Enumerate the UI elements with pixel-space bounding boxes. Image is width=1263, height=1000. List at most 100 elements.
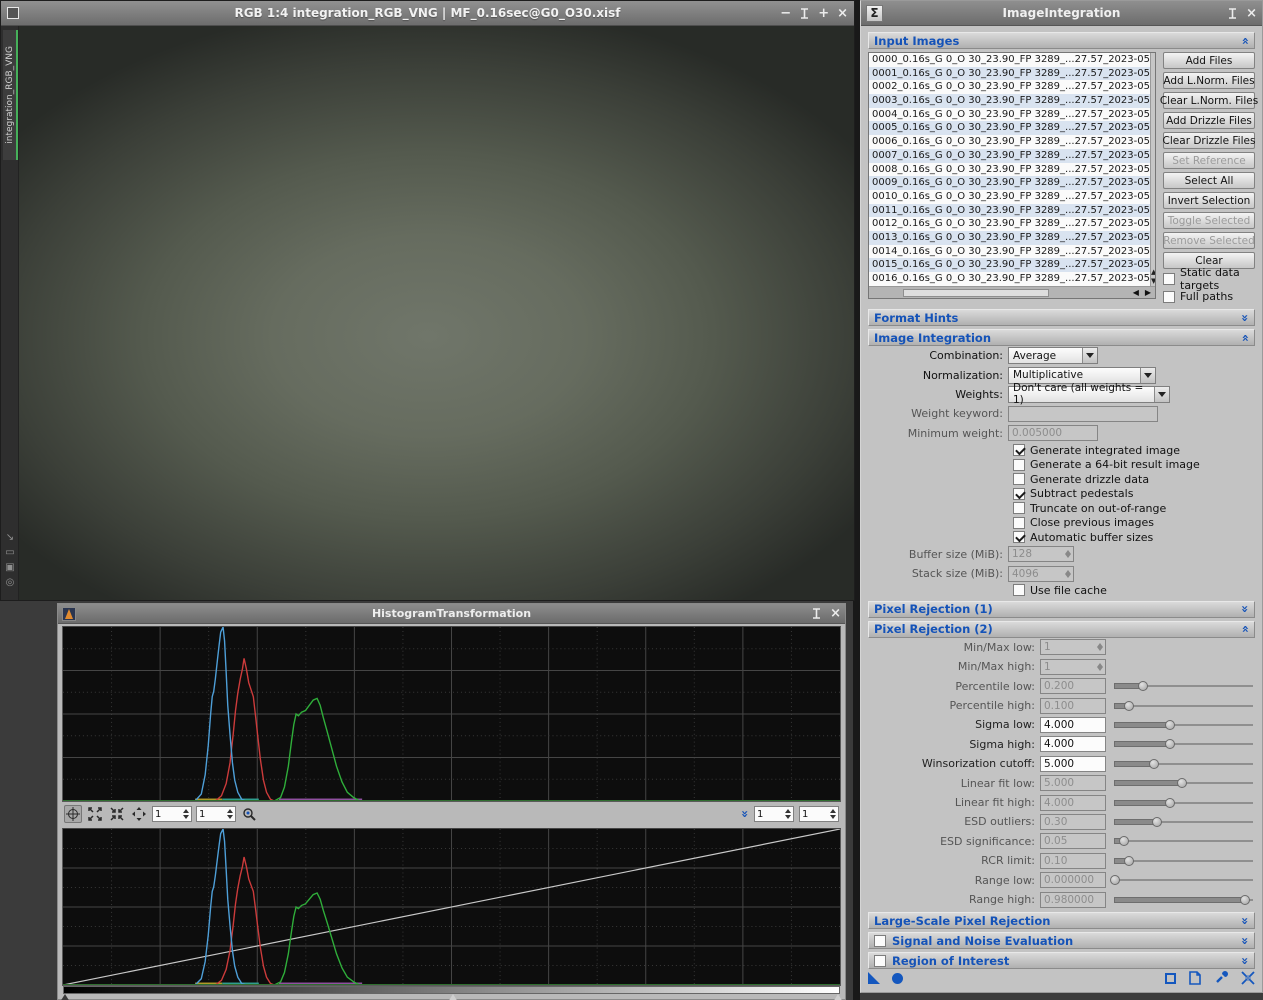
new-instance-icon[interactable]: [868, 972, 880, 984]
input-image-row[interactable]: 0003_0.16s_G 0_O 30_23.90_FP 3289_...27.…: [869, 94, 1150, 108]
linear-fit-high-slider[interactable]: [1114, 797, 1253, 809]
remove-selected-button[interactable]: Remove Selected: [1163, 232, 1255, 249]
graph-zoom-v-spinbox[interactable]: 1: [799, 806, 839, 822]
invert-selection-button[interactable]: Invert Selection: [1163, 192, 1255, 209]
input-image-row[interactable]: 0011_0.16s_G 0_O 30_23.90_FP 3289_...27.…: [869, 204, 1150, 218]
input-image-row[interactable]: 0013_0.16s_G 0_O 30_23.90_FP 3289_...27.…: [869, 231, 1150, 245]
input-image-row[interactable]: 0015_0.16s_G 0_O 30_23.90_FP 3289_...27.…: [869, 258, 1150, 272]
add-l-norm-files-button[interactable]: Add L.Norm. Files: [1163, 72, 1255, 89]
horizontal-scrollbar[interactable]: ◀ ▶: [869, 286, 1155, 298]
midtones-handle[interactable]: [448, 994, 458, 1000]
sigma-high-field[interactable]: 4.000: [1040, 736, 1106, 752]
slider-thumb[interactable]: [1110, 875, 1120, 885]
edit-instance-source-icon[interactable]: [1165, 973, 1176, 984]
maximize-icon[interactable]: +: [818, 7, 829, 20]
reset-icon[interactable]: [1241, 971, 1255, 985]
automatic-buffer-sizes-checkbox[interactable]: Automatic buffer sizes: [1013, 530, 1255, 545]
linear-fit-low-field[interactable]: 5.000: [1040, 775, 1106, 791]
pointer-icon[interactable]: ↘: [6, 532, 14, 543]
truncate-on-out-of-range-checkbox[interactable]: Truncate on out-of-range: [1013, 501, 1255, 516]
shrink-icon[interactable]: [108, 805, 126, 823]
image-window[interactable]: RGB 1:4 integration_RGB_VNG | MF_0.16sec…: [0, 0, 855, 601]
input-images-listbox[interactable]: 0000_0.16s_G 0_O 30_23.90_FP 3289_...27.…: [868, 52, 1156, 299]
collapse-icon[interactable]: »: [1240, 37, 1250, 45]
input-image-row[interactable]: 0009_0.16s_G 0_O 30_23.90_FP 3289_...27.…: [869, 176, 1150, 190]
checkbox-icon[interactable]: [1013, 502, 1025, 514]
combination-combobox[interactable]: Average: [1008, 347, 1098, 364]
histogram-plot-bottom[interactable]: [62, 828, 841, 986]
min-max-low-spinbox[interactable]: 1: [1040, 639, 1106, 655]
scroll-down-icon[interactable]: ▼: [1151, 277, 1155, 285]
rcr-limit-slider[interactable]: [1114, 855, 1253, 867]
slider-thumb[interactable]: [1152, 817, 1162, 827]
section-format-hints[interactable]: Format Hints »: [868, 309, 1255, 326]
slider-thumb[interactable]: [1165, 720, 1175, 730]
section-pixel-rejection-1[interactable]: Pixel Rejection (1) »: [868, 601, 1255, 618]
full-paths-checkbox[interactable]: Full paths: [1163, 290, 1255, 305]
checkbox-icon[interactable]: [1013, 531, 1025, 543]
histogram-plot-top[interactable]: [62, 626, 841, 802]
normalization-combobox[interactable]: Multiplicative: [1008, 367, 1156, 384]
close-previous-images-checkbox[interactable]: Close previous images: [1013, 515, 1255, 530]
use-file-cache-checkbox[interactable]: Use file cache: [1013, 583, 1255, 598]
zoom-11-icon[interactable]: [240, 805, 258, 823]
linear-fit-high-field[interactable]: 4.000: [1040, 795, 1106, 811]
slider-thumb[interactable]: [1240, 895, 1250, 905]
input-image-row[interactable]: 0001_0.16s_G 0_O 30_23.90_FP 3289_...27.…: [869, 67, 1150, 81]
input-image-row[interactable]: 0016_0.16s_G 0_O 30_23.90_FP 3289_...27.…: [869, 272, 1150, 286]
percentile-high-field[interactable]: 0.100: [1040, 698, 1106, 714]
graph-zoom-h-spinbox[interactable]: 1: [754, 806, 794, 822]
input-image-row[interactable]: 0014_0.16s_G 0_O 30_23.90_FP 3289_...27.…: [869, 245, 1150, 259]
target-icon[interactable]: ◎: [6, 577, 15, 588]
expand-icon[interactable]: »: [1240, 605, 1250, 613]
horizontal-zoom-spinbox[interactable]: 1: [152, 806, 192, 822]
track-cursor-icon[interactable]: [64, 805, 82, 823]
browse-documentation-icon[interactable]: [1189, 971, 1201, 985]
range-high-field[interactable]: 0.980000: [1040, 892, 1106, 908]
esd-significance-field[interactable]: 0.05: [1040, 833, 1106, 849]
input-image-row[interactable]: 0000_0.16s_G 0_O 30_23.90_FP 3289_...27.…: [869, 53, 1150, 67]
close-icon[interactable]: ×: [837, 7, 848, 20]
input-image-row[interactable]: 0004_0.16s_G 0_O 30_23.90_FP 3289_...27.…: [869, 108, 1150, 122]
linear-fit-low-slider[interactable]: [1114, 777, 1253, 789]
clear-drizzle-files-button[interactable]: Clear Drizzle Files: [1163, 132, 1255, 149]
checkbox-icon[interactable]: [1163, 291, 1175, 303]
minimum-weight-field[interactable]: 0.005000: [1008, 425, 1098, 441]
slider-thumb[interactable]: [1165, 798, 1175, 808]
esd-outliers-slider[interactable]: [1114, 816, 1253, 828]
section-signal-noise-evaluation[interactable]: Signal and Noise Evaluation »: [868, 932, 1255, 949]
toggle-selected-button[interactable]: Toggle Selected: [1163, 212, 1255, 229]
scroll-right-icon[interactable]: ▶: [1145, 288, 1151, 297]
signal-noise-checkbox[interactable]: [874, 935, 886, 947]
checkbox-icon[interactable]: [1163, 273, 1175, 285]
sigma-low-field[interactable]: 4.000: [1040, 717, 1106, 733]
slider-thumb[interactable]: [1124, 856, 1134, 866]
expand-icon[interactable]: »: [1240, 917, 1250, 925]
close-icon[interactable]: ×: [830, 607, 841, 620]
apply-global-icon[interactable]: [892, 973, 903, 984]
section-pixel-rejection-2[interactable]: Pixel Rejection (2) »: [868, 621, 1255, 638]
vertical-zoom-spinbox[interactable]: 1: [196, 806, 236, 822]
slider-thumb[interactable]: [1119, 836, 1129, 846]
expand-icon[interactable]: »: [1240, 957, 1250, 965]
collapse-icon[interactable]: »: [1240, 625, 1250, 633]
chevron-down-icon[interactable]: [1082, 348, 1097, 363]
layers-icon[interactable]: ▣: [5, 562, 14, 573]
set-reference-button[interactable]: Set Reference: [1163, 152, 1255, 169]
input-image-row[interactable]: 0005_0.16s_G 0_O 30_23.90_FP 3289_...27.…: [869, 121, 1150, 135]
checkbox-icon[interactable]: [1013, 473, 1025, 485]
min-max-high-spinbox[interactable]: 1: [1040, 659, 1106, 675]
range-low-field[interactable]: 0.000000: [1040, 872, 1106, 888]
vertical-scrollbar[interactable]: ▲ ▼: [1150, 53, 1155, 286]
range-low-slider[interactable]: [1114, 874, 1253, 886]
input-image-row[interactable]: 0006_0.16s_G 0_O 30_23.90_FP 3289_...27.…: [869, 135, 1150, 149]
add-files-button[interactable]: Add Files: [1163, 52, 1255, 69]
weight-keyword-field[interactable]: [1008, 406, 1158, 422]
input-image-row[interactable]: 0007_0.16s_G 0_O 30_23.90_FP 3289_...27.…: [869, 149, 1150, 163]
percentile-low-slider[interactable]: [1114, 680, 1253, 692]
image-window-titlebar[interactable]: RGB 1:4 integration_RGB_VNG | MF_0.16sec…: [1, 1, 854, 26]
slider-thumb[interactable]: [1124, 701, 1134, 711]
input-image-row[interactable]: 0012_0.16s_G 0_O 30_23.90_FP 3289_...27.…: [869, 217, 1150, 231]
percentile-low-field[interactable]: 0.200: [1040, 678, 1106, 694]
sigma-low-slider[interactable]: [1114, 719, 1253, 731]
